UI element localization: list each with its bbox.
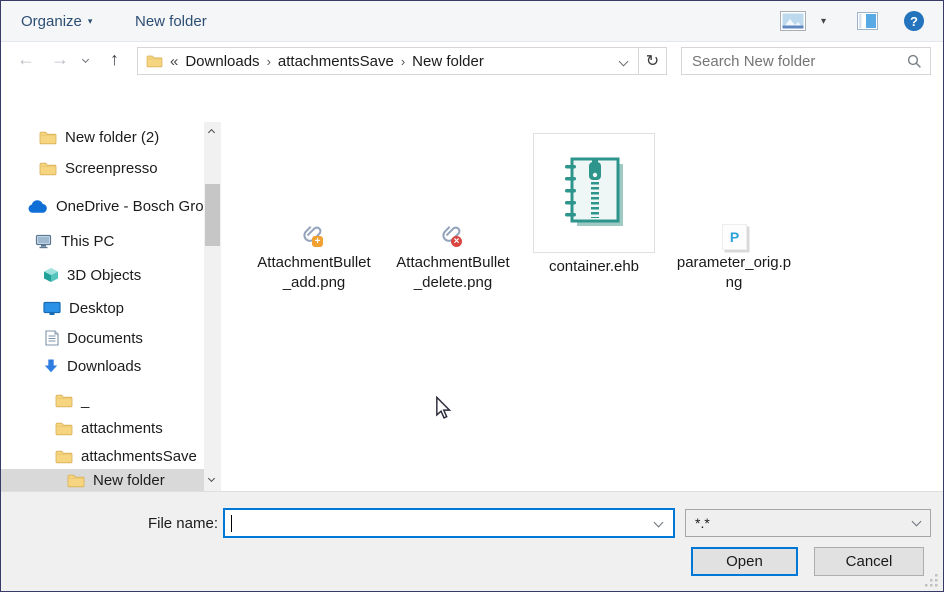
new-folder-label: New folder — [135, 13, 207, 30]
help-icon: ? — [904, 11, 924, 31]
downloads-icon — [43, 358, 59, 374]
search-icon — [907, 54, 922, 69]
folder-icon — [55, 421, 73, 436]
scrollbar-thumb[interactable] — [205, 184, 220, 246]
breadcrumb-item-attachmentssave[interactable]: attachmentsSave — [278, 53, 394, 70]
file-type-value: *.* — [695, 515, 710, 531]
scroll-up-icon[interactable] — [208, 129, 215, 136]
organize-dropdown-icon: ▾ — [88, 16, 93, 27]
file-item-parameter-orig[interactable]: P parameter_orig.p ng — [669, 131, 799, 296]
sidebar-item-screenpresso[interactable]: Screenpresso — [1, 155, 204, 181]
forward-icon: → — [51, 49, 69, 69]
file-type-combobox[interactable]: *.* — [685, 509, 931, 537]
file-item-attachmentbullet-add[interactable]: + AttachmentBullet _add.png — [249, 131, 379, 296]
folder-icon — [39, 130, 57, 145]
file-name-line: AttachmentBullet — [249, 253, 379, 273]
add-attachment-dialog: Add Attachment ← → ↑ « Downloads › attac… — [0, 0, 944, 592]
sidebar-item-underscore[interactable]: _ — [1, 387, 204, 413]
address-bar[interactable]: « Downloads › attachmentsSave › New fold… — [137, 47, 639, 75]
sidebar-item-downloads[interactable]: Downloads — [1, 353, 204, 379]
address-folder-icon — [146, 54, 163, 68]
ehb-notebook-icon — [561, 154, 627, 232]
footer-panel: File name: *.* Open Cancel — [1, 491, 943, 591]
sidebar-item-desktop[interactable]: Desktop — [1, 295, 204, 321]
file-name-line: AttachmentBullet — [388, 253, 518, 273]
address-dropdown-chevron-icon[interactable] — [619, 56, 629, 66]
file-item-attachmentbullet-delete[interactable]: × AttachmentBullet _delete.png — [388, 131, 518, 296]
refresh-button[interactable]: ↻ — [638, 47, 667, 75]
file-name-line: _delete.png — [388, 273, 518, 293]
desktop-icon — [43, 301, 61, 316]
search-input[interactable] — [684, 50, 899, 72]
thumbnail-view-icon — [780, 11, 806, 31]
sidebar-item-new-folder-selected[interactable]: New folder — [1, 469, 204, 491]
thumbnail-frame — [533, 133, 655, 253]
delete-badge: × — [451, 236, 462, 247]
sidebar-item-onedrive[interactable]: OneDrive - Bosch Grou — [1, 193, 204, 219]
organize-button[interactable]: Organize ▾ — [21, 1, 92, 41]
onedrive-cloud-icon — [27, 199, 48, 214]
image-p-glyph: P — [730, 229, 739, 245]
sidebar-item-3d-objects[interactable]: 3D Objects — [1, 262, 204, 288]
new-folder-button[interactable]: New folder — [135, 1, 207, 41]
navigation-pane: New folder (2) Screenpresso OneDrive - B… — [1, 122, 204, 491]
resize-grip[interactable] — [923, 572, 939, 588]
refresh-icon: ↻ — [646, 51, 659, 71]
cube-icon — [43, 267, 59, 283]
folder-icon — [55, 393, 73, 408]
recent-locations-chevron-icon[interactable] — [82, 56, 89, 63]
file-name-label: File name: — [101, 515, 218, 532]
text-caret — [231, 515, 232, 532]
up-button[interactable]: ↑ — [110, 50, 119, 68]
back-button[interactable]: ← — [17, 50, 35, 68]
forward-button[interactable]: → — [51, 50, 69, 68]
file-name-combobox — [223, 508, 675, 538]
open-label: Open — [726, 553, 763, 570]
breadcrumb-overflow-chevron[interactable]: « — [170, 53, 178, 70]
cancel-button[interactable]: Cancel — [814, 547, 924, 576]
filename-dropdown-chevron-icon[interactable] — [654, 518, 664, 528]
folder-icon — [39, 161, 57, 176]
preview-pane-button[interactable] — [857, 1, 878, 41]
breadcrumb-separator: › — [401, 54, 405, 69]
command-bar: Organize ▾ New folder ▾ ? — [1, 1, 943, 42]
file-name-line: container.ehb — [528, 257, 660, 277]
sidebar-scrollbar[interactable] — [204, 122, 221, 491]
preview-pane-icon — [857, 12, 878, 30]
up-icon: ↑ — [110, 49, 119, 69]
computer-icon — [35, 234, 53, 249]
file-name-line: ng — [669, 273, 799, 293]
file-name-line: _add.png — [249, 273, 379, 293]
views-dropdown-button[interactable]: ▾ — [821, 1, 826, 41]
filetype-dropdown-chevron-icon — [912, 517, 922, 527]
sidebar-item-new-folder-2[interactable]: New folder (2) — [1, 124, 204, 150]
file-item-container-ehb[interactable]: container.ehb — [528, 131, 660, 296]
help-button[interactable]: ? — [904, 1, 924, 41]
sidebar-item-attachmentssave[interactable]: attachmentsSave — [1, 443, 204, 469]
scroll-down-icon[interactable] — [208, 475, 215, 482]
file-name-input[interactable] — [229, 512, 639, 533]
documents-icon — [45, 330, 59, 346]
mouse-cursor — [435, 396, 452, 420]
image-file-icon: P — [722, 224, 747, 250]
cancel-label: Cancel — [846, 553, 893, 570]
folder-icon — [67, 473, 85, 488]
back-icon: ← — [17, 49, 35, 69]
breadcrumb-separator: › — [267, 54, 271, 69]
views-button[interactable] — [780, 1, 806, 41]
open-button[interactable]: Open — [691, 547, 798, 576]
breadcrumb-item-new-folder[interactable]: New folder — [412, 53, 484, 70]
file-name-line: parameter_orig.p — [669, 253, 799, 273]
views-dropdown-icon: ▾ — [821, 16, 826, 27]
add-badge: + — [312, 236, 323, 247]
folder-icon — [55, 449, 73, 464]
breadcrumb-item-downloads[interactable]: Downloads — [185, 53, 259, 70]
organize-label: Organize — [21, 13, 82, 30]
search-box — [681, 47, 931, 75]
sidebar-item-this-pc[interactable]: This PC — [1, 228, 204, 254]
sidebar-item-documents[interactable]: Documents — [1, 325, 204, 351]
sidebar-item-attachments[interactable]: attachments — [1, 415, 204, 441]
